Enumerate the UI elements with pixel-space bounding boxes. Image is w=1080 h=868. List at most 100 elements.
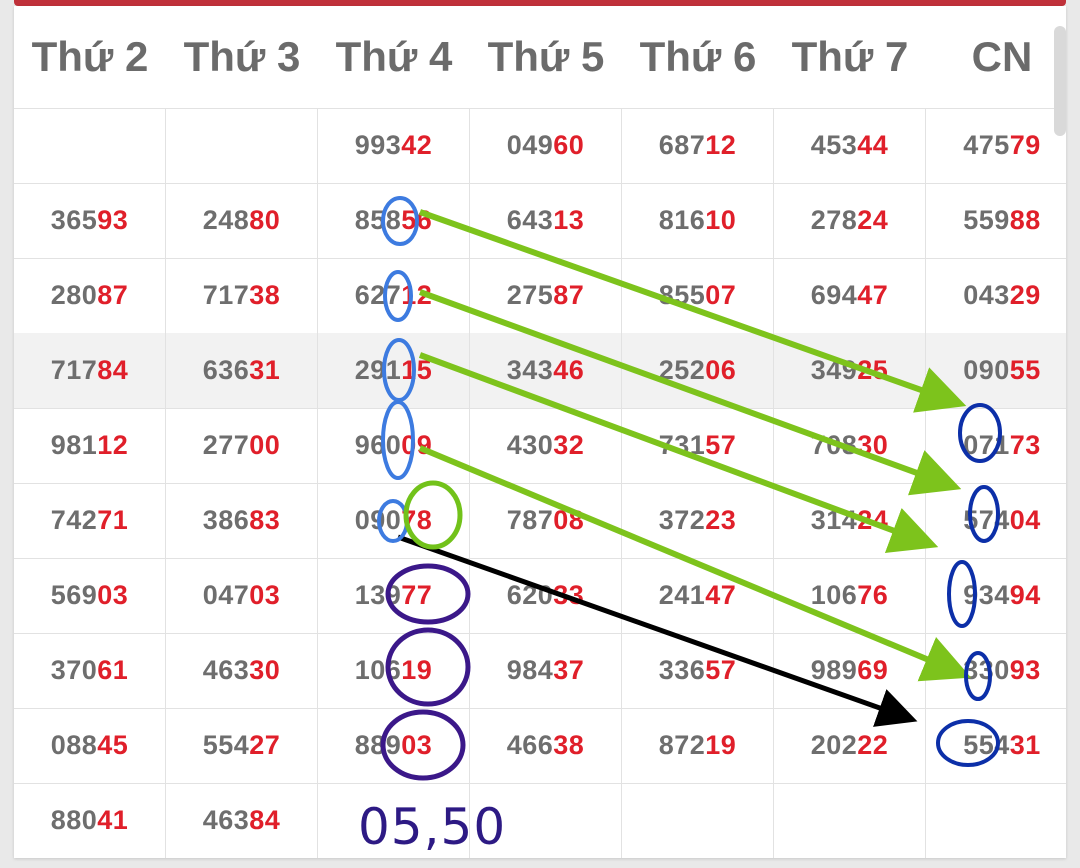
- number-prefix: 047: [202, 580, 250, 610]
- number-prefix: 252: [658, 355, 706, 385]
- result-cell: 106 76: [774, 558, 926, 633]
- number-prefix: 248: [202, 205, 250, 235]
- result-cell: 047 03: [166, 558, 318, 633]
- table-row: 742 71 386 83 090 78 787 08 372 23 314 24 574 04: [14, 483, 1066, 559]
- number-suffix: 87: [97, 280, 129, 310]
- result-cell: 742 71: [14, 483, 166, 558]
- number-suffix: 30: [857, 430, 889, 460]
- number-suffix: 15: [401, 355, 433, 385]
- number-suffix: 33: [553, 580, 585, 610]
- result-cell: 241 47: [622, 558, 774, 633]
- result-cell: 858 56: [318, 183, 470, 258]
- result-cell: 349 25: [774, 333, 926, 408]
- number-prefix: 855: [658, 280, 706, 310]
- result-cell: [166, 108, 318, 183]
- number-prefix: 088: [50, 730, 98, 760]
- number-prefix: 636: [202, 355, 250, 385]
- number-prefix: 787: [506, 505, 554, 535]
- number-suffix: 03: [249, 580, 281, 610]
- number-suffix: 03: [401, 730, 433, 760]
- table-row: 569 03 047 03 139 77 620 33 241 47 106 76 934 94: [14, 558, 1066, 634]
- number-prefix: 277: [202, 430, 250, 460]
- result-cell: 574 04: [926, 483, 1066, 558]
- number-suffix: 22: [857, 730, 889, 760]
- number-prefix: 717: [50, 355, 98, 385]
- number-suffix: 60: [553, 130, 585, 160]
- result-cell: [926, 783, 1066, 858]
- number-prefix: 090: [963, 355, 1010, 385]
- number-suffix: 12: [401, 280, 433, 310]
- number-suffix: 00: [249, 430, 281, 460]
- number-prefix: 280: [50, 280, 98, 310]
- result-cell: 090 78: [318, 483, 470, 558]
- number-prefix: 620: [506, 580, 554, 610]
- number-prefix: 365: [50, 205, 98, 235]
- result-cell: 043 29: [926, 258, 1066, 333]
- number-suffix: 37: [553, 655, 585, 685]
- number-suffix: 03: [97, 580, 129, 610]
- number-prefix: 336: [658, 655, 706, 685]
- result-cell: 731 57: [622, 408, 774, 483]
- number-prefix: 934: [963, 580, 1010, 610]
- result-cell: 880 41: [14, 783, 166, 858]
- result-cell: 372 23: [622, 483, 774, 558]
- result-cell: 816 10: [622, 183, 774, 258]
- result-cell: 430 32: [470, 408, 622, 483]
- number-suffix: 38: [553, 730, 585, 760]
- result-cell: 559 88: [926, 183, 1066, 258]
- number-prefix: 643: [506, 205, 554, 235]
- result-cell: 343 46: [470, 333, 622, 408]
- number-suffix: 13: [553, 205, 585, 235]
- result-cell: 636 31: [166, 333, 318, 408]
- result-cell: 787 08: [470, 483, 622, 558]
- result-cell: 336 57: [622, 633, 774, 708]
- result-cell: 687 12: [622, 108, 774, 183]
- scrollbar[interactable]: [1054, 26, 1066, 136]
- number-suffix: 19: [705, 730, 737, 760]
- result-cell: 049 60: [470, 108, 622, 183]
- result-cell: 889 03: [318, 708, 470, 783]
- number-prefix: 627: [354, 280, 402, 310]
- number-prefix: 386: [202, 505, 250, 535]
- result-cell: 694 47: [774, 258, 926, 333]
- weekday-header-cell: Thứ 5: [487, 33, 605, 80]
- number-prefix: 880: [50, 805, 98, 835]
- number-prefix: 989: [810, 655, 858, 685]
- number-prefix: 343: [506, 355, 554, 385]
- number-suffix: 31: [1009, 730, 1041, 760]
- number-suffix: 94: [1009, 580, 1041, 610]
- weekday-header: Thứ 2 Thứ 3 Thứ 4 Thứ 5 Thứ 6 Thứ 7 CN: [14, 6, 1066, 109]
- result-cell: 278 24: [774, 183, 926, 258]
- number-prefix: 463: [202, 655, 250, 685]
- number-suffix: 78: [401, 505, 433, 535]
- result-cell: 463 30: [166, 633, 318, 708]
- result-cell: 872 19: [622, 708, 774, 783]
- number-prefix: 106: [354, 655, 402, 685]
- result-cell: 330 93: [926, 633, 1066, 708]
- number-prefix: 984: [506, 655, 554, 685]
- number-prefix: 071: [963, 430, 1010, 460]
- table-row: 370 61 463 30 106 19 984 37 336 57 989 69 330 93: [14, 633, 1066, 709]
- number-suffix: 57: [705, 655, 737, 685]
- number-prefix: 687: [658, 130, 706, 160]
- number-suffix: 07: [705, 280, 737, 310]
- number-prefix: 708: [810, 430, 858, 460]
- result-cell: [774, 783, 926, 858]
- number-suffix: 23: [705, 505, 737, 535]
- number-suffix: 69: [857, 655, 889, 685]
- number-suffix: 84: [249, 805, 281, 835]
- number-prefix: 858: [354, 205, 402, 235]
- number-suffix: 24: [857, 205, 889, 235]
- result-cell: 275 87: [470, 258, 622, 333]
- number-prefix: 574: [963, 505, 1010, 535]
- number-prefix: 275: [506, 280, 554, 310]
- weekday-header-cell: Thứ 3: [183, 33, 301, 80]
- number-suffix: 55: [1009, 355, 1041, 385]
- number-prefix: 278: [810, 205, 858, 235]
- number-prefix: 559: [963, 205, 1010, 235]
- number-suffix: 09: [401, 430, 433, 460]
- number-suffix: 06: [705, 355, 737, 385]
- result-cell: 088 45: [14, 708, 166, 783]
- number-suffix: 61: [97, 655, 129, 685]
- table-row: 981 12 277 00 960 09 430 32 731 57 708 30 071 73: [14, 408, 1066, 484]
